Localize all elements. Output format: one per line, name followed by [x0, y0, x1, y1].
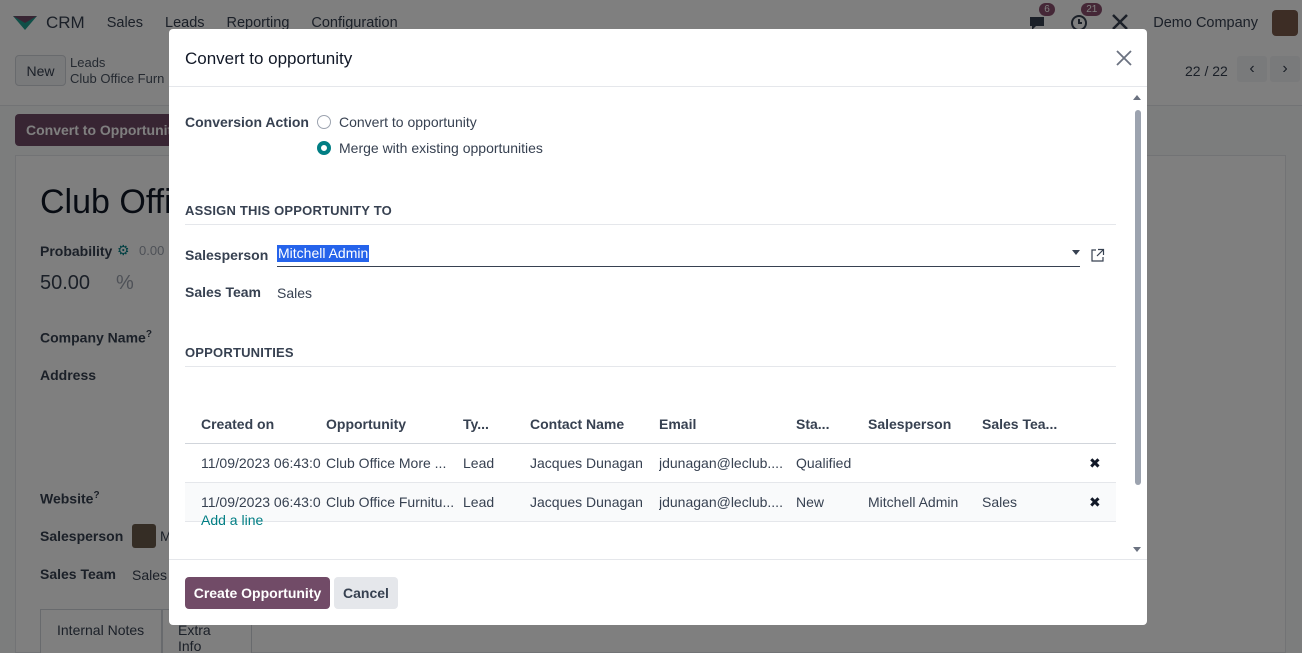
cancel-button[interactable]: Cancel: [334, 577, 398, 609]
salesperson-selected-text[interactable]: Mitchell Admin: [277, 245, 370, 262]
cell-opportunity[interactable]: Club Office Furnitu...: [326, 483, 458, 522]
sales-team-label: Sales Team: [185, 284, 262, 300]
cell-created-on[interactable]: 11/09/2023 06:43:0: [201, 444, 325, 483]
create-opportunity-button[interactable]: Create Opportunity: [185, 577, 330, 609]
dialog-title: Convert to opportunity: [185, 49, 353, 68]
table-row[interactable]: 11/09/2023 06:43:0 Club Office More ... …: [185, 444, 1116, 483]
conversion-action-label: Conversion Action: [185, 114, 309, 130]
add-line-row: [185, 522, 1116, 559]
column-created-on[interactable]: Created on: [201, 405, 274, 444]
column-type[interactable]: Ty...: [463, 405, 489, 444]
column-salesperson[interactable]: Salesperson: [868, 405, 951, 444]
dropdown-caret-icon[interactable]: [1072, 250, 1080, 255]
radio-merge-with-existing[interactable]: Merge with existing opportunities: [317, 140, 543, 156]
radio-label[interactable]: Merge with existing opportunities: [339, 140, 543, 156]
cell-email[interactable]: jdunagan@leclub....: [659, 483, 789, 522]
delete-row-icon[interactable]: ✖: [1089, 444, 1101, 483]
radio-circle[interactable]: [317, 115, 331, 129]
assign-section-heading: ASSIGN THIS OPPORTUNITY TO: [185, 203, 1116, 225]
sales-team-value[interactable]: Sales: [277, 285, 312, 301]
convert-dialog: Convert to opportunity Conversion Action…: [169, 29, 1147, 625]
dialog-header: Convert to opportunity: [169, 29, 1147, 87]
cell-stage[interactable]: Qualified: [796, 444, 851, 483]
column-opportunity[interactable]: Opportunity: [326, 405, 406, 444]
salesperson-input[interactable]: Mitchell Admin: [277, 239, 1080, 267]
cell-email[interactable]: jdunagan@leclub....: [659, 444, 789, 483]
cell-contact-name[interactable]: Jacques Dunagan: [530, 444, 643, 483]
table-row[interactable]: 11/09/2023 06:43:0 Club Office Furnitu..…: [185, 483, 1116, 522]
cell-contact-name[interactable]: Jacques Dunagan: [530, 483, 643, 522]
salesperson-label: Salesperson: [185, 247, 269, 263]
cell-type[interactable]: Lead: [463, 444, 494, 483]
column-email[interactable]: Email: [659, 405, 696, 444]
cell-type[interactable]: Lead: [463, 483, 494, 522]
radio-circle-selected[interactable]: [317, 141, 331, 155]
cell-sales-team[interactable]: Sales: [982, 483, 1017, 522]
external-link-icon[interactable]: [1090, 248, 1105, 262]
column-contact-name[interactable]: Contact Name: [530, 405, 624, 444]
scrollbar-thumb[interactable]: [1135, 110, 1141, 485]
cell-stage[interactable]: New: [796, 483, 824, 522]
dialog-body: Conversion Action Convert to opportunity…: [169, 87, 1147, 559]
opportunities-section-heading: OPPORTUNITIES: [185, 345, 1116, 367]
delete-row-icon[interactable]: ✖: [1089, 483, 1101, 522]
dialog-footer: Create Opportunity Cancel: [169, 559, 1147, 625]
add-a-line-link[interactable]: Add a line: [201, 512, 263, 528]
radio-convert-to-opportunity[interactable]: Convert to opportunity: [317, 114, 477, 130]
column-sales-team[interactable]: Sales Tea...: [982, 405, 1057, 444]
radio-label[interactable]: Convert to opportunity: [339, 114, 477, 130]
cell-salesperson[interactable]: Mitchell Admin: [868, 483, 958, 522]
close-icon[interactable]: [1113, 47, 1135, 69]
table-header-row: Created on Opportunity Ty... Contact Nam…: [185, 405, 1116, 444]
cell-opportunity[interactable]: Club Office More ...: [326, 444, 458, 483]
column-stage[interactable]: Sta...: [796, 405, 829, 444]
